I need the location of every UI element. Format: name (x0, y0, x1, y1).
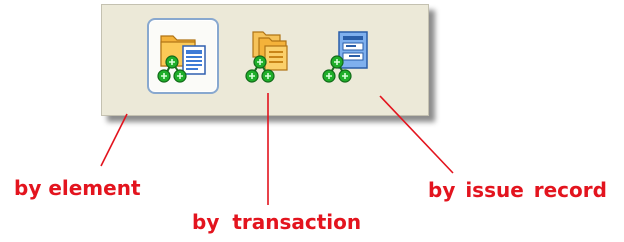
annotation-leader-lines (100, 93, 454, 205)
by-transaction-label: by transaction (192, 210, 362, 234)
leader-line-by-issue-record (379, 95, 454, 174)
by-element-label: by element (14, 176, 141, 200)
by-issue-record-label: by issue record (428, 178, 607, 202)
leader-line-by-element (100, 113, 128, 167)
